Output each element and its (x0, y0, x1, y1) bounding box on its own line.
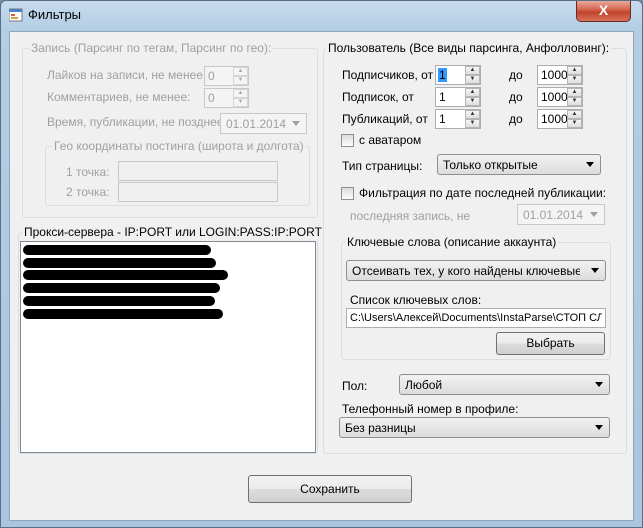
spin-down-icon[interactable]: ▼ (567, 119, 582, 128)
spin-up-icon[interactable]: ▲ (567, 88, 582, 97)
proxy-list[interactable] (20, 241, 316, 453)
likes-label: Лайков на записи, не менее: (47, 68, 207, 82)
gender-select[interactable]: Любой (399, 374, 610, 395)
keywords-groupbox-title: Ключевые слова (описание аккаунта) (345, 235, 559, 249)
following-label: Подписок, от (342, 90, 414, 104)
geo-point1-label: 1 точка: (66, 165, 110, 179)
following-to-spinner[interactable]: 1000 ▲ ▼ (537, 87, 583, 107)
phone-label: Телефонный номер в профиле: (342, 402, 519, 416)
spin-down-icon[interactable]: ▼ (233, 98, 248, 107)
followers-to-label: до (509, 68, 523, 82)
posts-to-label: до (509, 112, 523, 126)
likes-spinner[interactable]: 0 ▲ ▼ (204, 66, 249, 86)
last-post-picker[interactable]: 01.01.2014 (517, 204, 605, 225)
proxy-list-item[interactable] (23, 309, 223, 319)
geo-point2-input[interactable] (118, 182, 278, 202)
likes-value: 0 (208, 69, 215, 83)
spin-up-icon[interactable]: ▲ (233, 89, 248, 98)
comments-label: Комментариев, не менее: (47, 90, 191, 104)
close-button[interactable]: X (576, 1, 631, 22)
posts-to-spinner[interactable]: 1000 ▲ ▼ (537, 109, 583, 129)
spin-down-icon[interactable]: ▼ (465, 75, 480, 84)
followers-to-spinner[interactable]: 1000 ▲ ▼ (537, 65, 583, 85)
keywords-mode-value: Отсеивать тех, у кого найдены ключевые с… (352, 264, 580, 278)
spin-up-icon[interactable]: ▲ (465, 66, 480, 75)
phone-select[interactable]: Без разницы (339, 417, 610, 438)
filters-window: Фильтры X Запись (Парсинг по тегам, Парс… (0, 0, 643, 528)
last-post-label: последняя запись, не (350, 209, 471, 223)
avatar-checkbox[interactable] (341, 134, 354, 147)
gender-value: Любой (405, 378, 443, 392)
proxy-list-item[interactable] (23, 245, 211, 255)
followers-from-spinner[interactable]: 1 ▲ ▼ (435, 65, 481, 85)
page-type-label: Тип страницы: (342, 159, 423, 173)
proxy-list-item[interactable] (23, 296, 215, 306)
keywords-mode-select[interactable]: Отсеивать тех, у кого найдены ключевые с… (346, 260, 606, 281)
spin-down-icon[interactable]: ▼ (465, 97, 480, 106)
proxy-list-item[interactable] (23, 283, 220, 293)
page-type-select[interactable]: Только открытые (437, 154, 601, 175)
spin-up-icon[interactable]: ▲ (465, 110, 480, 119)
geo-groupbox-title: Гео координаты постинга (широта и долгот… (52, 139, 306, 153)
publish-time-label: Время, публикации, не позднее (47, 115, 224, 129)
posts-to-value: 1000 (541, 112, 568, 126)
choose-file-button[interactable]: Выбрать (496, 332, 605, 355)
proxy-groupbox-title: Прокси-сервера - IP:PORT или LOGIN:PASS:… (22, 225, 324, 239)
user-groupbox-title: Пользователь (Все виды парсинга, Анфолло… (326, 41, 612, 55)
posts-from-spinner[interactable]: 1 ▲ ▼ (435, 109, 481, 129)
following-from-value: 1 (439, 90, 446, 104)
followers-to-value: 1000 (541, 68, 568, 82)
date-filter-label: Фильтрация по дате последней публикации: (359, 186, 607, 200)
chevron-down-icon (595, 382, 603, 387)
proxy-list-item[interactable] (23, 258, 216, 268)
spin-down-icon[interactable]: ▼ (567, 75, 582, 84)
following-from-spinner[interactable]: 1 ▲ ▼ (435, 87, 481, 107)
followers-label: Подписчиков, от (342, 68, 434, 82)
spin-down-icon[interactable]: ▼ (233, 76, 248, 85)
following-to-value: 1000 (541, 90, 568, 104)
window-title: Фильтры (28, 7, 82, 22)
spin-up-icon[interactable]: ▲ (233, 67, 248, 76)
chevron-down-icon (292, 121, 300, 126)
title-bar: Фильтры X (1, 1, 642, 29)
followers-from-value: 1 (439, 68, 446, 82)
spin-down-icon[interactable]: ▼ (465, 119, 480, 128)
spin-up-icon[interactable]: ▲ (465, 88, 480, 97)
spin-down-icon[interactable]: ▼ (567, 97, 582, 106)
publish-time-picker[interactable]: 01.01.2014 (220, 113, 307, 134)
save-button[interactable]: Сохранить (248, 475, 412, 503)
spin-up-icon[interactable]: ▲ (567, 110, 582, 119)
keywords-path-value: C:\Users\Алексей\Documents\InstaParse\СТ… (350, 312, 602, 324)
keywords-list-label: Список ключевых слов: (350, 293, 482, 307)
posts-label: Публикаций, от (342, 112, 428, 126)
proxy-list-item[interactable] (23, 270, 228, 280)
app-icon (9, 8, 23, 22)
chevron-down-icon (590, 212, 598, 217)
avatar-label: с аватаром (359, 133, 422, 147)
comments-spinner[interactable]: 0 ▲ ▼ (204, 88, 249, 108)
gender-label: Пол: (342, 379, 368, 393)
spin-up-icon[interactable]: ▲ (567, 66, 582, 75)
dialog-client-area: Запись (Парсинг по тегам, Парсинг по гео… (9, 31, 634, 521)
comments-value: 0 (208, 91, 215, 105)
chevron-down-icon (586, 162, 594, 167)
post-groupbox-title: Запись (Парсинг по тегам, Парсинг по гео… (29, 41, 274, 55)
keywords-path-input[interactable]: C:\Users\Алексей\Documents\InstaParse\СТ… (346, 308, 606, 328)
last-post-value: 01.01.2014 (523, 208, 584, 222)
geo-point2-label: 2 точка: (66, 185, 110, 199)
phone-value: Без разницы (345, 421, 416, 435)
chevron-down-icon (595, 425, 603, 430)
geo-point1-input[interactable] (118, 161, 278, 181)
publish-time-value: 01.01.2014 (226, 117, 287, 131)
following-to-label: до (509, 90, 523, 104)
chevron-down-icon (591, 268, 599, 273)
posts-from-value: 1 (439, 112, 446, 126)
page-type-value: Только открытые (443, 158, 538, 172)
close-icon: X (598, 2, 609, 18)
date-filter-checkbox[interactable] (341, 187, 354, 200)
